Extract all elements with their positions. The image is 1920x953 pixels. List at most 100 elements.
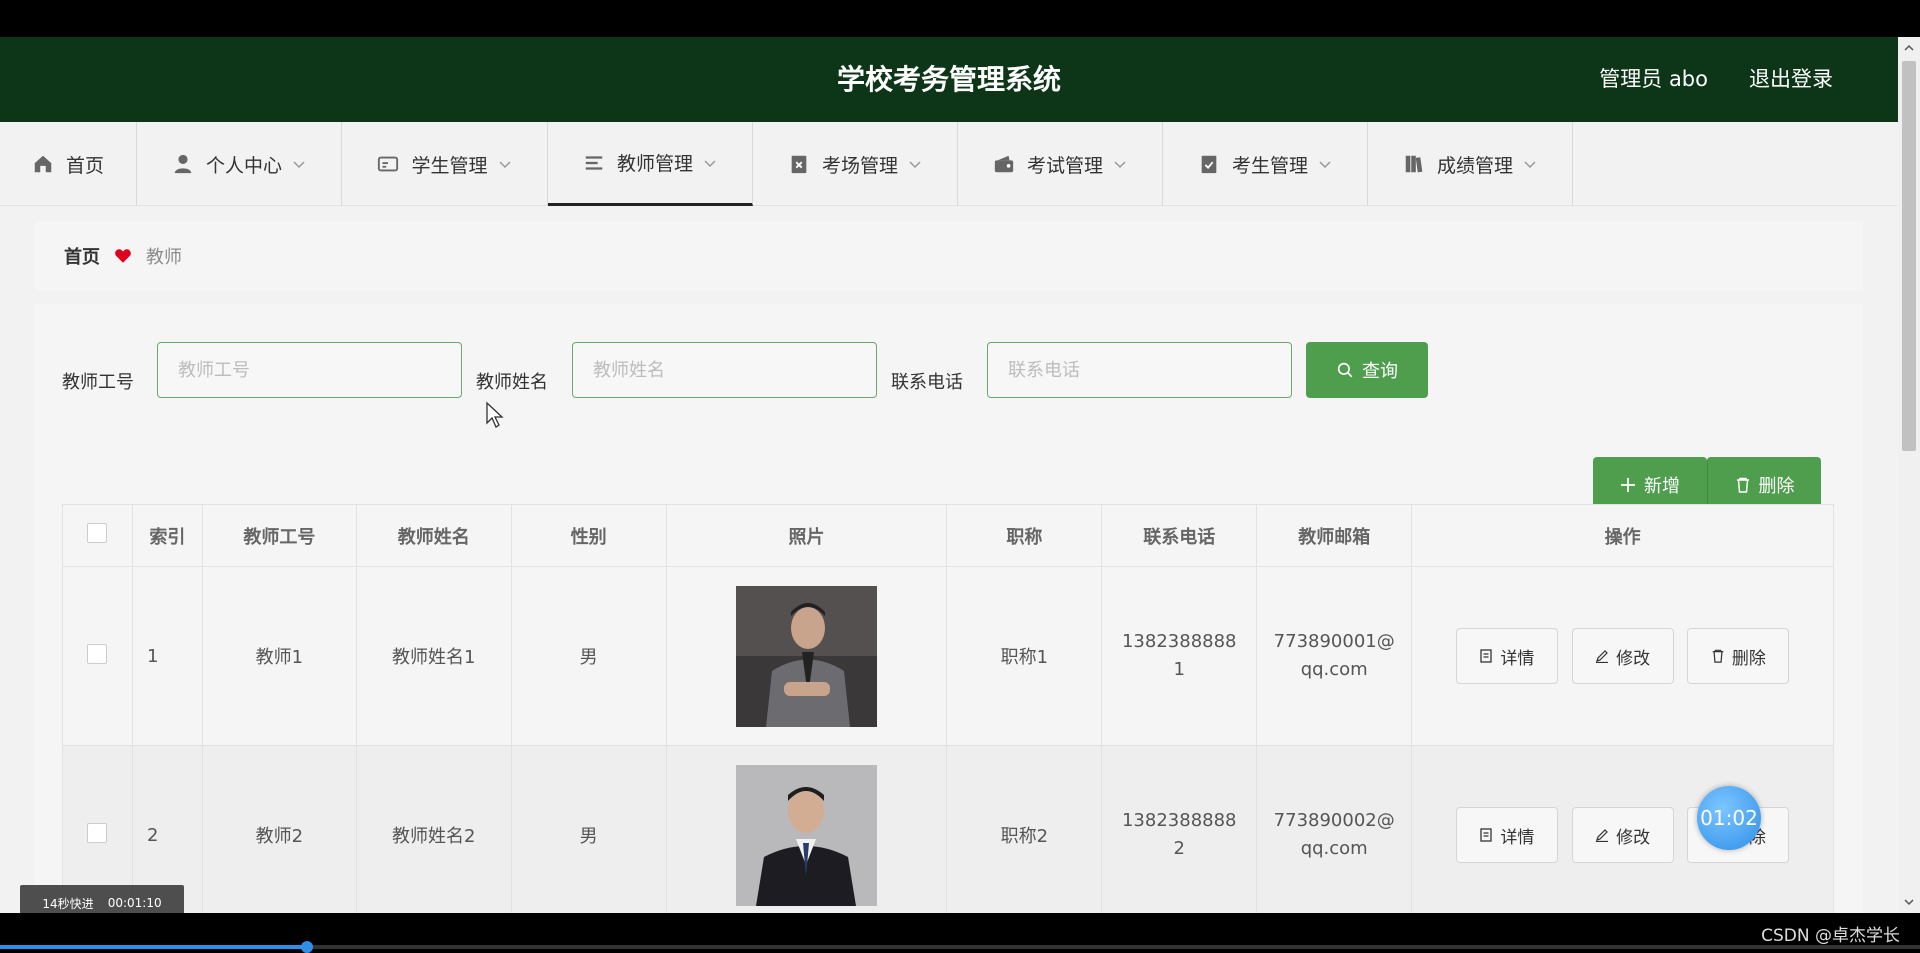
column-header: 教师邮箱: [1256, 504, 1413, 567]
breadcrumb-current: 教师: [146, 247, 182, 268]
playback-time: 00:01:10: [107, 896, 162, 910]
chevron-down-icon: [703, 156, 717, 170]
column-header: 教师姓名: [355, 504, 512, 567]
email-cell: 773890001@qq.com: [1256, 566, 1413, 746]
nav-item-scores[interactable]: 成绩管理: [1368, 122, 1573, 206]
timer-bubble: 01:02: [1697, 786, 1761, 850]
teacher-id-label: 教师工号: [62, 372, 134, 393]
nav-item-candidates[interactable]: 考生管理: [1163, 122, 1368, 206]
video-progress-fill: [0, 945, 308, 949]
phone-text: 13823888882: [1121, 810, 1237, 859]
books-icon: [1403, 153, 1425, 175]
teacher-id-cell: 教师2: [201, 745, 357, 913]
photo-cell: [665, 566, 948, 746]
email-text: 773890001@qq.com: [1273, 631, 1395, 680]
nav-label: 考试管理: [1026, 154, 1103, 177]
teacher-photo: [735, 585, 877, 727]
logout-link[interactable]: 退出登录: [1749, 37, 1833, 122]
top-header: 学校考务管理系统 管理员 abo 退出登录: [0, 37, 1898, 122]
teacher-name-cell: 教师姓名1: [355, 566, 512, 746]
pencil-icon: [1596, 650, 1609, 663]
phone-text: 13823888881: [1121, 631, 1237, 680]
column-header: 性别: [510, 504, 667, 567]
chevron-down-icon: [292, 157, 306, 171]
nav-label: 学生管理: [411, 154, 488, 177]
mouse-cursor-icon: [486, 401, 504, 428]
teacher-id-input[interactable]: [157, 342, 462, 398]
add-label: 新增: [1644, 476, 1680, 497]
vertical-scrollbar[interactable]: [1898, 37, 1920, 913]
pencil-icon: [1596, 829, 1609, 842]
gender-cell: 男: [510, 566, 667, 746]
nav-label: 成绩管理: [1436, 154, 1513, 177]
document-icon: [1480, 828, 1493, 842]
email-text: 773890002@qq.com: [1273, 810, 1395, 859]
operations-cell: 详情 修改 删除: [1411, 745, 1834, 913]
nav-item-home[interactable]: 首页: [0, 122, 137, 206]
phone-label: 联系电话: [891, 372, 963, 393]
watermark: CSDN @卓杰学长: [1761, 926, 1900, 946]
teacher-name-label: 教师姓名: [476, 372, 548, 393]
table-row: 1 教师1 教师姓名1 男 职称1 13823888881 773890001@…: [62, 566, 1834, 746]
nav-item-exams[interactable]: 考试管理: [958, 122, 1163, 206]
chevron-down-icon: [908, 157, 922, 171]
nav-label: 个人中心: [205, 154, 282, 177]
query-button[interactable]: 查询: [1306, 342, 1428, 398]
job-title-cell: 职称2: [946, 745, 1103, 913]
plus-icon: [1621, 478, 1635, 492]
edit-button[interactable]: 修改: [1571, 807, 1674, 863]
trash-icon: [1712, 649, 1724, 663]
detail-label: 详情: [1500, 648, 1535, 669]
delete-label: 删除: [1731, 648, 1766, 669]
home-icon: [32, 153, 54, 175]
nav-label: 首页: [65, 154, 104, 177]
trash-icon: [1736, 477, 1749, 493]
row-checkbox[interactable]: [87, 822, 108, 843]
detail-button[interactable]: 详情: [1455, 628, 1558, 684]
nav-item-students[interactable]: 学生管理: [342, 122, 548, 206]
teacher-id-cell: 教师1: [201, 566, 357, 746]
video-progress-bar[interactable]: [0, 941, 1920, 953]
teacher-name-input[interactable]: [572, 342, 877, 398]
query-label: 查询: [1362, 361, 1398, 382]
column-header: 索引: [131, 504, 203, 567]
select-cell: [62, 566, 133, 746]
nav-item-teachers[interactable]: 教师管理: [548, 122, 753, 206]
nav-label: 教师管理: [616, 153, 693, 175]
chevron-down-icon: [1523, 157, 1537, 171]
scroll-up-icon[interactable]: [1903, 42, 1915, 54]
column-header: 联系电话: [1101, 504, 1258, 567]
column-header: 照片: [665, 504, 948, 567]
select-all-checkbox[interactable]: [87, 523, 108, 543]
phone-cell: 13823888882: [1101, 745, 1258, 913]
detail-button[interactable]: 详情: [1455, 807, 1558, 863]
wallet-icon: [993, 153, 1015, 175]
breadcrumb: 首页 教师: [34, 221, 1863, 291]
app-window: 学校考务管理系统 管理员 abo 退出登录 首页 个人中心 学生管理 教师管理 …: [0, 37, 1920, 913]
edit-label: 修改: [1616, 648, 1651, 669]
scrollbar-thumb[interactable]: [1902, 61, 1916, 451]
phone-input[interactable]: [987, 342, 1292, 398]
delete-label: 删除: [1758, 476, 1795, 497]
edit-label: 修改: [1616, 827, 1651, 848]
column-header: 职称: [946, 504, 1103, 567]
edit-button[interactable]: 修改: [1571, 628, 1674, 684]
document-icon: [1480, 649, 1493, 663]
video-progress-knob[interactable]: [301, 941, 314, 953]
scroll-down-icon[interactable]: [1903, 896, 1915, 908]
nav-item-exam-rooms[interactable]: 考场管理: [753, 122, 958, 206]
nav-item-profile[interactable]: 个人中心: [137, 122, 342, 206]
delete-button[interactable]: 删除: [1687, 628, 1790, 684]
nav-label: 考场管理: [821, 154, 898, 177]
job-title-cell: 职称1: [946, 566, 1103, 746]
detail-label: 详情: [1500, 827, 1535, 848]
chevron-down-icon: [1113, 157, 1127, 171]
fast-forward-label: 14秒快进: [42, 896, 94, 911]
teacher-photo: [735, 764, 877, 906]
photo-cell: [665, 745, 948, 913]
breadcrumb-home[interactable]: 首页: [64, 243, 100, 269]
row-checkbox[interactable]: [87, 643, 108, 664]
phone-cell: 13823888881: [1101, 566, 1258, 746]
main-nav: 首页 个人中心 学生管理 教师管理 考场管理 考试管理 考生管理 成绩管理: [0, 122, 1898, 206]
search-icon: [1337, 362, 1353, 378]
